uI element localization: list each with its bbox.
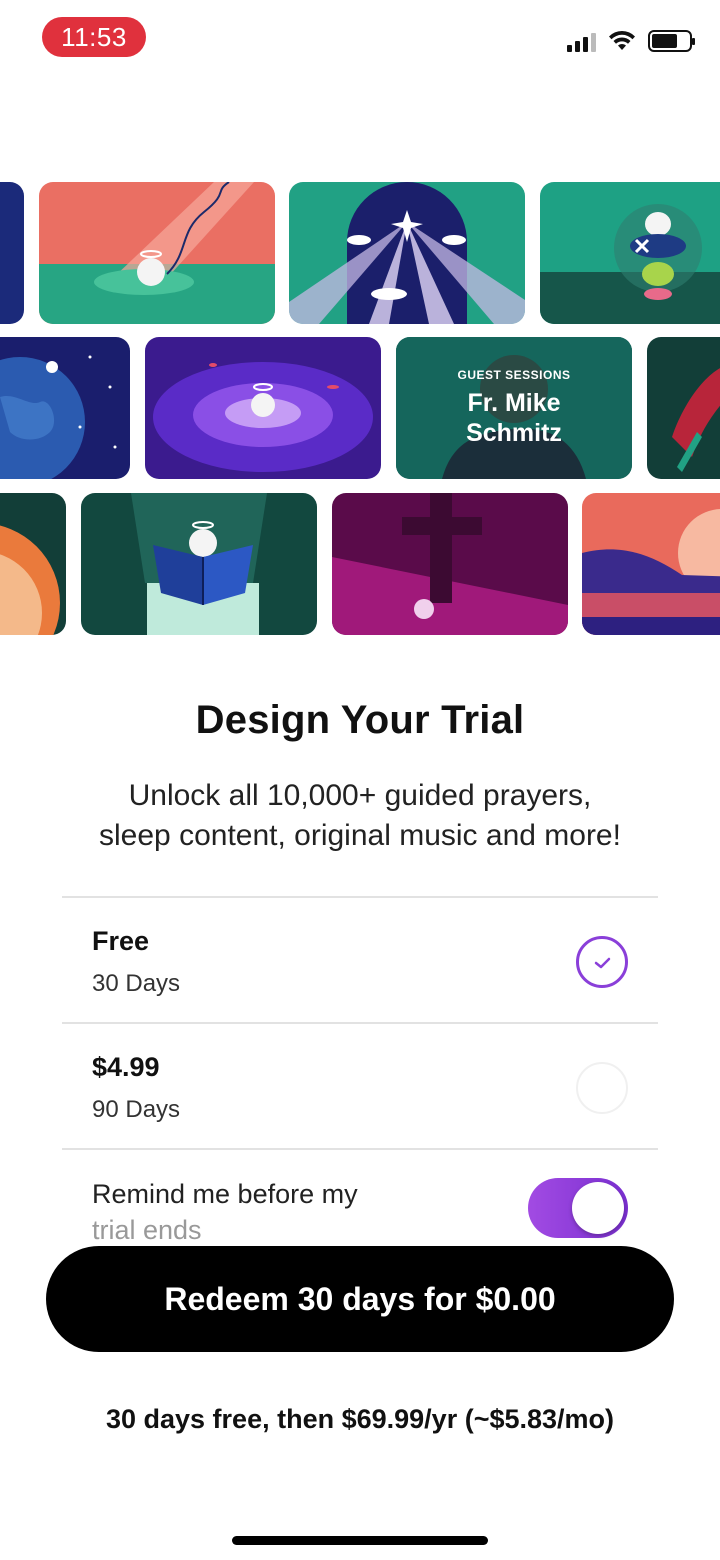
option-duration: 90 Days bbox=[92, 1096, 181, 1123]
reminder-line-1: Remind me before my bbox=[92, 1179, 358, 1209]
option-price: Free bbox=[92, 926, 150, 956]
reminder-label: Remind me before my trial ends bbox=[92, 1176, 422, 1248]
content-collage-banner: GUEST SESSIONS Fr. Mike Schmitz bbox=[0, 180, 720, 636]
toggle-knob bbox=[572, 1182, 624, 1234]
collage-tile-balanced-stones bbox=[540, 182, 720, 324]
collage-tile-sunset-arc bbox=[0, 493, 66, 635]
status-time: 11:53 bbox=[42, 17, 146, 57]
guest-name-line1: Fr. Mike bbox=[467, 389, 561, 417]
redeem-trial-button[interactable]: Redeem 30 days for $0.00 bbox=[46, 1246, 674, 1352]
trial-option-paid[interactable]: $4.99 90 Days bbox=[62, 1024, 658, 1148]
reminder-toggle[interactable] bbox=[528, 1178, 628, 1238]
subtitle-line-2: sleep content, original music and more! bbox=[99, 819, 621, 852]
collage-tile-night-sky bbox=[0, 182, 24, 324]
page-title: Design Your Trial bbox=[195, 698, 525, 742]
trial-options-list: Free 30 Days $4.99 90 Days bbox=[62, 896, 658, 1150]
page-subtitle: Unlock all 10,000+ guided prayers, sleep… bbox=[40, 776, 680, 856]
checkmark-icon bbox=[594, 957, 611, 969]
collage-tile-spotlight bbox=[39, 182, 275, 324]
collage-tile-guest-sessions: GUEST SESSIONS Fr. Mike Schmitz bbox=[396, 337, 632, 479]
collage-tile-sunset-hills bbox=[582, 493, 720, 635]
trial-option-free[interactable]: Free 30 Days bbox=[62, 898, 658, 1022]
battery-icon bbox=[648, 30, 695, 52]
divider bbox=[62, 1148, 658, 1150]
cellular-signal-icon bbox=[567, 30, 596, 52]
option-price: $4.99 bbox=[92, 1052, 160, 1082]
collage-tile-purple-glow bbox=[145, 337, 381, 479]
collage-tile-open-book bbox=[81, 493, 317, 635]
subtitle-line-1: Unlock all 10,000+ guided prayers, bbox=[128, 779, 592, 812]
radio-unselected[interactable] bbox=[576, 1062, 628, 1114]
collage-tile-earth-moon bbox=[0, 337, 130, 479]
guest-name-line2: Schmitz bbox=[466, 419, 562, 447]
pricing-fine-print: 30 days free, then $69.99/yr (~$5.83/mo) bbox=[105, 1404, 615, 1434]
wifi-icon bbox=[609, 30, 635, 50]
radio-selected[interactable] bbox=[576, 936, 628, 988]
collage-tile-star-arch bbox=[289, 182, 525, 324]
collage-tile-red-figure bbox=[647, 337, 720, 479]
status-bar: 11:53 bbox=[0, 0, 720, 80]
option-duration: 30 Days bbox=[92, 970, 181, 997]
guest-sessions-label: GUEST SESSIONS bbox=[457, 368, 571, 382]
home-indicator[interactable] bbox=[232, 1536, 488, 1545]
collage-tile-cross-shadow bbox=[332, 493, 568, 635]
status-icons bbox=[567, 30, 695, 52]
reminder-line-2: trial ends bbox=[92, 1215, 202, 1245]
